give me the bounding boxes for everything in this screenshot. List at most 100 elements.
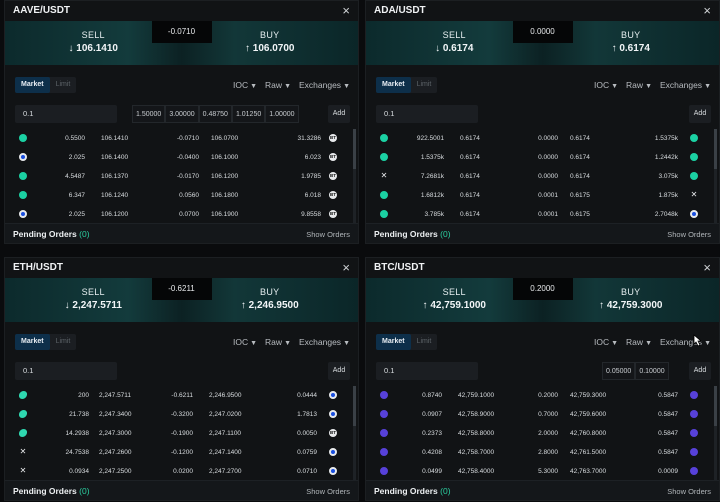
ioc-dropdown[interactable]: IOC ▼ bbox=[233, 337, 257, 347]
table-row[interactable]: 2.025 106.1200 0.0700 106.1900 9.8558 BT bbox=[5, 205, 358, 223]
bid-size: 0.8740 bbox=[422, 392, 442, 399]
bid-price: 42,758.9000 bbox=[458, 411, 495, 418]
exchanges-dropdown[interactable]: Exchanges ▼ bbox=[299, 80, 350, 90]
raw-dropdown[interactable]: Raw ▼ bbox=[265, 337, 291, 347]
preset-button[interactable]: 1.01250 bbox=[231, 105, 266, 123]
close-icon[interactable]: × bbox=[342, 260, 350, 275]
add-button[interactable]: Add bbox=[689, 362, 711, 380]
preset-button[interactable]: 0.10000 bbox=[635, 362, 669, 380]
preset-button[interactable]: 0.05000 bbox=[602, 362, 636, 380]
tab-limit[interactable]: Limit bbox=[50, 77, 77, 93]
order-book: 200 2,247.5711 -0.6211 2,246.9500 0.0444… bbox=[5, 386, 358, 480]
add-button[interactable]: Add bbox=[689, 105, 711, 123]
tab-market[interactable]: Market bbox=[15, 334, 50, 350]
tab-limit[interactable]: Limit bbox=[50, 334, 77, 350]
table-row[interactable]: 0.0499 42,758.4000 5.3000 42,763.7000 0.… bbox=[366, 462, 719, 480]
close-icon[interactable]: × bbox=[703, 260, 711, 275]
table-row[interactable]: 3.785k 0.6174 0.0001 0.6175 2.7048k bbox=[366, 205, 719, 223]
tab-limit[interactable]: Limit bbox=[411, 77, 438, 93]
quantity-input[interactable]: 0.1 bbox=[376, 105, 478, 123]
price-diff: 0.0200 bbox=[173, 468, 193, 475]
quantity-input[interactable]: 0.1 bbox=[376, 362, 478, 380]
scrollbar[interactable] bbox=[714, 129, 717, 223]
scrollbar[interactable] bbox=[714, 386, 717, 480]
preset-button[interactable]: 1.50000 bbox=[132, 105, 166, 123]
kucoin-icon bbox=[380, 191, 388, 199]
tab-market[interactable]: Market bbox=[15, 77, 50, 93]
raw-dropdown[interactable]: Raw ▼ bbox=[626, 337, 652, 347]
table-row[interactable]: 200 2,247.5711 -0.6211 2,246.9500 0.0444 bbox=[5, 386, 358, 405]
ioc-dropdown[interactable]: IOC ▼ bbox=[594, 337, 618, 347]
table-row[interactable]: 14.2938 2,247.3000 -0.1900 2,247.1100 0.… bbox=[5, 424, 358, 443]
table-row[interactable]: 0.4208 42,758.7000 2.8000 42,761.5000 0.… bbox=[366, 443, 719, 462]
table-row[interactable]: 6.347 106.1240 0.0560 106.1800 6.018 BT bbox=[5, 186, 358, 205]
preset-button[interactable]: 1.00000 bbox=[265, 105, 299, 123]
buy-price: ↑ 42,759.3000 bbox=[599, 300, 663, 311]
price-diff: 2.0000 bbox=[538, 430, 558, 437]
pending-orders-text: Pending Orders bbox=[374, 229, 438, 239]
chevron-down-icon: ▼ bbox=[250, 83, 258, 90]
exchanges-dropdown[interactable]: Exchanges ▼ bbox=[299, 337, 350, 347]
close-icon[interactable]: × bbox=[342, 3, 350, 18]
ask-price: 2,247.2700 bbox=[209, 468, 242, 475]
table-row[interactable]: ✕ 24.7538 2,247.2600 -0.1200 2,247.1400 … bbox=[5, 443, 358, 462]
table-row[interactable]: 1.6812k 0.6174 0.0001 0.6175 1.875k ✕ bbox=[366, 186, 719, 205]
price-diff: 0.0001 bbox=[538, 211, 558, 218]
tab-market[interactable]: Market bbox=[376, 77, 411, 93]
show-orders-button[interactable]: Show Orders bbox=[667, 487, 711, 496]
table-row[interactable]: 0.2373 42,758.8000 2.0000 42,760.8000 0.… bbox=[366, 424, 719, 443]
scrollbar-thumb[interactable] bbox=[714, 129, 717, 169]
raw-label: Raw bbox=[626, 80, 644, 90]
add-button[interactable]: Add bbox=[328, 362, 350, 380]
panel-title: AAVE/USDT bbox=[13, 5, 71, 16]
tab-limit[interactable]: Limit bbox=[411, 334, 438, 350]
show-orders-button[interactable]: Show Orders bbox=[667, 230, 711, 239]
table-row[interactable]: ✕ 7.2681k 0.6174 0.0000 0.6174 3.075k bbox=[366, 167, 719, 186]
scrollbar-thumb[interactable] bbox=[714, 386, 717, 426]
add-button[interactable]: Add bbox=[328, 105, 350, 123]
ask-price: 106.1800 bbox=[211, 192, 239, 199]
table-row[interactable]: 0.8740 42,759.1000 0.2000 42,759.3000 0.… bbox=[366, 386, 719, 405]
close-icon[interactable]: × bbox=[703, 3, 711, 18]
preset-button[interactable]: 0.48750 bbox=[198, 105, 232, 123]
quantity-input[interactable]: 0.1 bbox=[15, 362, 117, 380]
order-book: 0.8740 42,759.1000 0.2000 42,759.3000 0.… bbox=[366, 386, 719, 480]
show-orders-button[interactable]: Show Orders bbox=[306, 230, 350, 239]
table-row[interactable]: 0.5500 106.1410 -0.0710 106.0700 31.3286… bbox=[5, 129, 358, 148]
exchanges-dropdown[interactable]: Exchanges ▼ bbox=[660, 80, 711, 90]
raw-dropdown[interactable]: Raw ▼ bbox=[626, 80, 652, 90]
quantity-input[interactable]: 0.1 bbox=[15, 105, 117, 123]
ask-price: 42,763.7000 bbox=[570, 468, 607, 475]
bid-size: 7.2681k bbox=[420, 173, 444, 180]
table-row[interactable]: 0.0907 42,758.9000 0.7000 42,759.6000 0.… bbox=[366, 405, 719, 424]
spread-value: 0.2000 bbox=[512, 278, 573, 300]
bid-price: 0.6174 bbox=[460, 135, 480, 142]
pending-orders-label: Pending Orders (0) bbox=[13, 229, 90, 239]
preset-button[interactable]: 3.00000 bbox=[165, 105, 199, 123]
order-options: IOC ▼ Raw ▼ Exchanges ▼ bbox=[233, 337, 350, 347]
scrollbar-thumb[interactable] bbox=[353, 129, 356, 169]
scrollbar-thumb[interactable] bbox=[353, 386, 356, 426]
bid-size: 0.0499 bbox=[422, 468, 442, 475]
kucoin-icon bbox=[380, 153, 388, 161]
order-book: 0.5500 106.1410 -0.0710 106.0700 31.3286… bbox=[5, 129, 358, 223]
ioc-dropdown[interactable]: IOC ▼ bbox=[594, 80, 618, 90]
bid-price: 106.1200 bbox=[101, 211, 129, 218]
table-row[interactable]: 4.5487 106.1370 -0.0170 106.1200 1.9785 … bbox=[5, 167, 358, 186]
kraken-icon bbox=[690, 410, 698, 418]
bitget-icon: BT bbox=[329, 191, 337, 199]
ask-price: 0.6175 bbox=[570, 192, 590, 199]
table-row[interactable]: 922.5001 0.6174 0.0000 0.6174 1.5375k bbox=[366, 129, 719, 148]
table-row[interactable]: 1.5375k 0.6174 0.0000 0.6174 1.2442k bbox=[366, 148, 719, 167]
table-row[interactable]: 2.025 106.1400 -0.0400 106.1000 6.023 BT bbox=[5, 148, 358, 167]
scrollbar[interactable] bbox=[353, 129, 356, 223]
show-orders-button[interactable]: Show Orders bbox=[306, 487, 350, 496]
table-row[interactable]: 21.738 2,247.3400 -0.3200 2,247.0200 1.7… bbox=[5, 405, 358, 424]
table-row[interactable]: ✕ 0.0934 2,247.2500 0.0200 2,247.2700 0.… bbox=[5, 462, 358, 480]
ioc-dropdown[interactable]: IOC ▼ bbox=[233, 80, 257, 90]
tab-market[interactable]: Market bbox=[376, 334, 411, 350]
bid-size: 0.0907 bbox=[422, 411, 442, 418]
scrollbar[interactable] bbox=[353, 386, 356, 480]
ask-size: 6.023 bbox=[304, 154, 321, 161]
raw-dropdown[interactable]: Raw ▼ bbox=[265, 80, 291, 90]
